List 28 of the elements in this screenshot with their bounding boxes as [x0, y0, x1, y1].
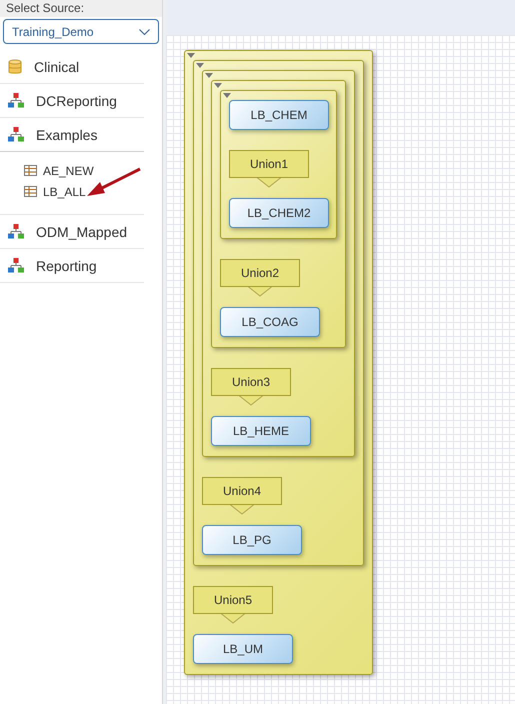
table-node[interactable]: LB_PG [202, 525, 302, 555]
table-icon [24, 186, 37, 197]
tree-item[interactable]: LB_ALL [24, 181, 144, 202]
callout-pointer-icon [257, 177, 281, 188]
table-icon [24, 165, 37, 176]
tree-item[interactable]: ODM_Mapped [0, 215, 144, 249]
table-node[interactable]: LB_COAG [220, 307, 320, 337]
table-node[interactable]: LB_CHEM2 [229, 198, 329, 228]
tree-item[interactable]: AE_NEW [24, 160, 144, 181]
hierarchy-icon [8, 93, 24, 108]
database-icon [8, 58, 22, 74]
tree-item[interactable]: Clinical [0, 50, 144, 84]
hierarchy-icon [8, 224, 24, 239]
callout-pointer-icon [239, 395, 263, 406]
callout-pointer-icon [221, 613, 245, 624]
table-node[interactable]: LB_UM [193, 634, 293, 664]
tree-item[interactable]: DCReporting [0, 84, 144, 118]
callout-pointer-icon [248, 286, 272, 297]
source-label: Select Source: [0, 0, 162, 17]
hierarchy-icon [8, 258, 24, 273]
tree-item[interactable]: Reporting [0, 249, 144, 283]
source-select[interactable]: Training_Demo [3, 19, 159, 44]
callout-pointer-icon [230, 504, 254, 515]
table-node[interactable]: LB_HEME [211, 416, 311, 446]
hierarchy-icon [8, 127, 24, 142]
chevron-down-icon [139, 28, 150, 34]
table-node[interactable]: LB_CHEM [229, 100, 329, 130]
tree-item[interactable]: Examples [0, 118, 144, 152]
